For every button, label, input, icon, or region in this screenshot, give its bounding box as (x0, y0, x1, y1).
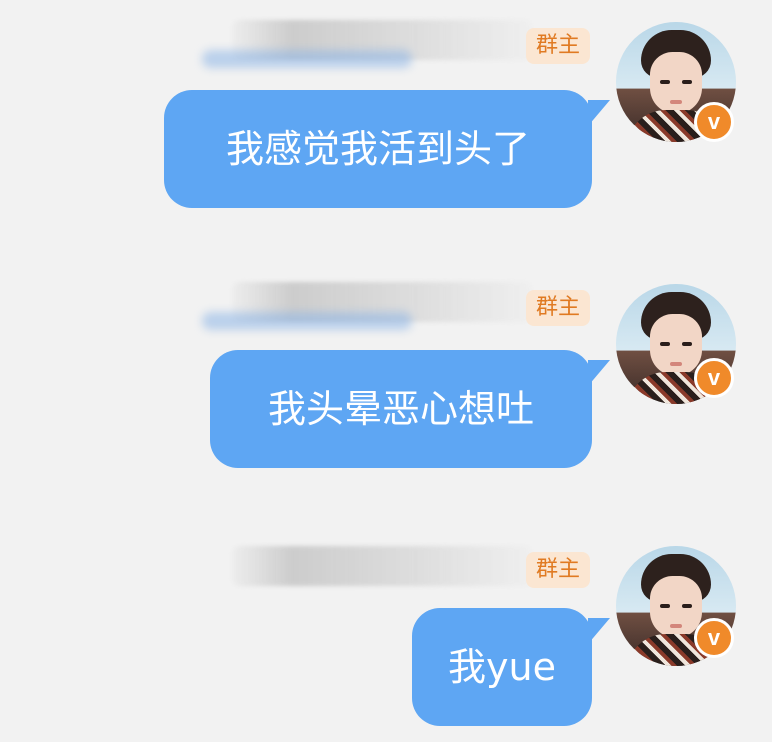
blurred-username (232, 546, 532, 586)
bubble-tail (588, 360, 610, 386)
group-owner-badge: 群主 (526, 552, 591, 588)
message-bubble[interactable]: 我yue (412, 608, 592, 726)
blurred-username (202, 282, 532, 330)
verified-v-icon: v (694, 102, 734, 142)
message-bubble[interactable]: 我头晕恶心想吐 (210, 350, 592, 468)
group-owner-badge: 群主 (526, 28, 591, 64)
verified-v-icon: v (694, 618, 734, 658)
message-bubble[interactable]: 我感觉我活到头了 (164, 90, 592, 208)
verified-v-icon: v (694, 358, 734, 398)
bubble-tail (588, 100, 610, 126)
group-owner-badge: 群主 (526, 290, 591, 326)
blurred-username (202, 20, 532, 68)
bubble-tail (588, 618, 610, 644)
